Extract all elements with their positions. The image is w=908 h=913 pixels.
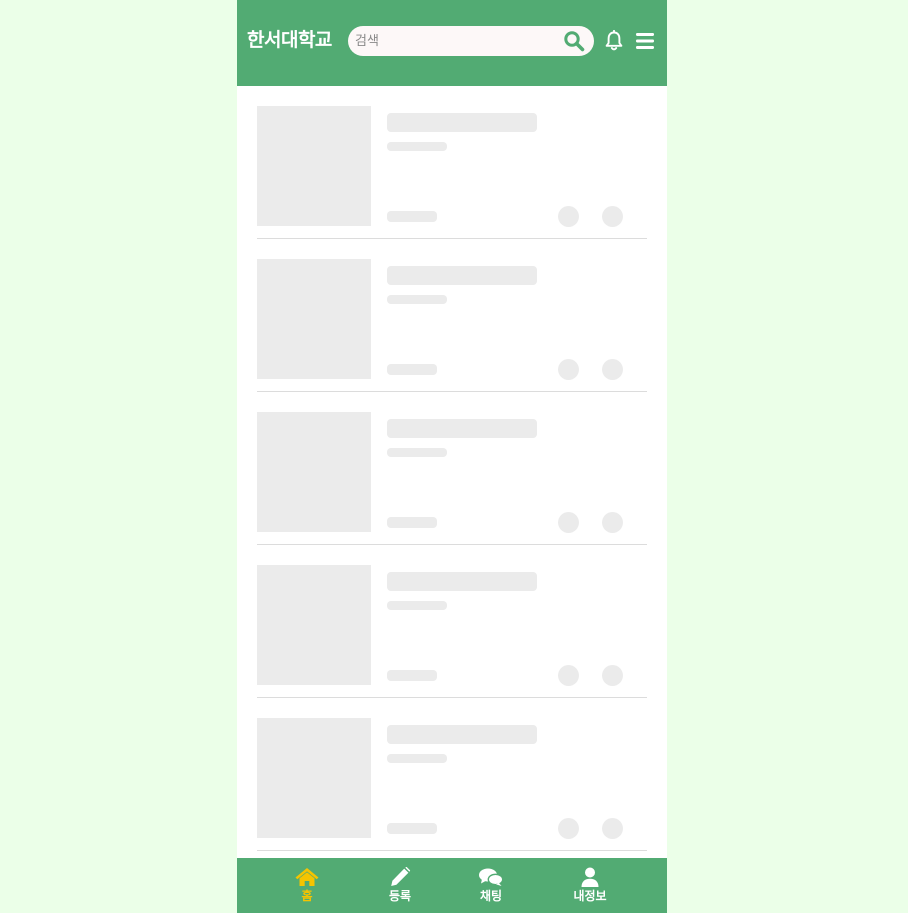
item-subtitle-placeholder	[387, 142, 447, 151]
search-input[interactable]	[355, 31, 555, 51]
list-item[interactable]	[257, 86, 647, 239]
search-icon[interactable]	[563, 30, 585, 52]
app-title: 한서대학교	[247, 29, 332, 51]
item-price-placeholder	[387, 823, 437, 834]
bottom-navigation: 홈 등록 채팅 내정보	[237, 858, 667, 913]
item-stat-placeholder	[558, 359, 579, 380]
item-stat-placeholder	[602, 818, 623, 839]
item-stat-placeholder	[602, 512, 623, 533]
hamburger-menu-icon[interactable]	[635, 31, 655, 51]
item-thumbnail-placeholder	[257, 412, 371, 532]
item-thumbnail-placeholder	[257, 259, 371, 379]
item-title-placeholder	[387, 419, 537, 438]
nav-home[interactable]: 홈	[285, 858, 329, 913]
item-price-placeholder	[387, 517, 437, 528]
list-item[interactable]	[257, 698, 647, 851]
item-subtitle-placeholder	[387, 601, 447, 610]
item-subtitle-placeholder	[387, 295, 447, 304]
list-item[interactable]	[257, 392, 647, 545]
item-price-placeholder	[387, 211, 437, 222]
item-thumbnail-placeholder	[257, 718, 371, 838]
nav-my-info-label: 내정보	[573, 889, 607, 903]
app-screen: 한서대학교 검색 홈 등록 채팅 내정보	[237, 0, 667, 913]
nav-home-label: 홈	[301, 889, 313, 903]
item-stat-placeholder	[558, 512, 579, 533]
product-list	[257, 86, 647, 851]
nav-my-info[interactable]: 내정보	[565, 858, 615, 913]
item-price-placeholder	[387, 364, 437, 375]
chat-bubbles-icon	[479, 868, 504, 886]
home-icon	[295, 868, 319, 886]
item-title-placeholder	[387, 572, 537, 591]
item-title-placeholder	[387, 725, 537, 744]
item-stat-placeholder	[558, 206, 579, 227]
item-thumbnail-placeholder	[257, 565, 371, 685]
item-subtitle-placeholder	[387, 448, 447, 457]
nav-chat[interactable]: 채팅	[469, 858, 513, 913]
nav-register-label: 등록	[388, 889, 412, 903]
nav-chat-label: 채팅	[479, 889, 503, 903]
item-stat-placeholder	[558, 665, 579, 686]
list-item[interactable]	[257, 545, 647, 698]
item-stat-placeholder	[602, 359, 623, 380]
bell-icon[interactable]	[604, 29, 624, 52]
item-stat-placeholder	[558, 818, 579, 839]
item-thumbnail-placeholder	[257, 106, 371, 226]
item-title-placeholder	[387, 113, 537, 132]
pencil-icon	[391, 867, 411, 886]
top-header: 한서대학교	[237, 0, 667, 86]
list-item[interactable]	[257, 239, 647, 392]
item-title-placeholder	[387, 266, 537, 285]
nav-register[interactable]: 등록	[378, 858, 422, 913]
item-stat-placeholder	[602, 206, 623, 227]
user-icon	[581, 867, 599, 887]
item-stat-placeholder	[602, 665, 623, 686]
item-subtitle-placeholder	[387, 754, 447, 763]
item-price-placeholder	[387, 670, 437, 681]
search-bar[interactable]	[348, 26, 594, 56]
